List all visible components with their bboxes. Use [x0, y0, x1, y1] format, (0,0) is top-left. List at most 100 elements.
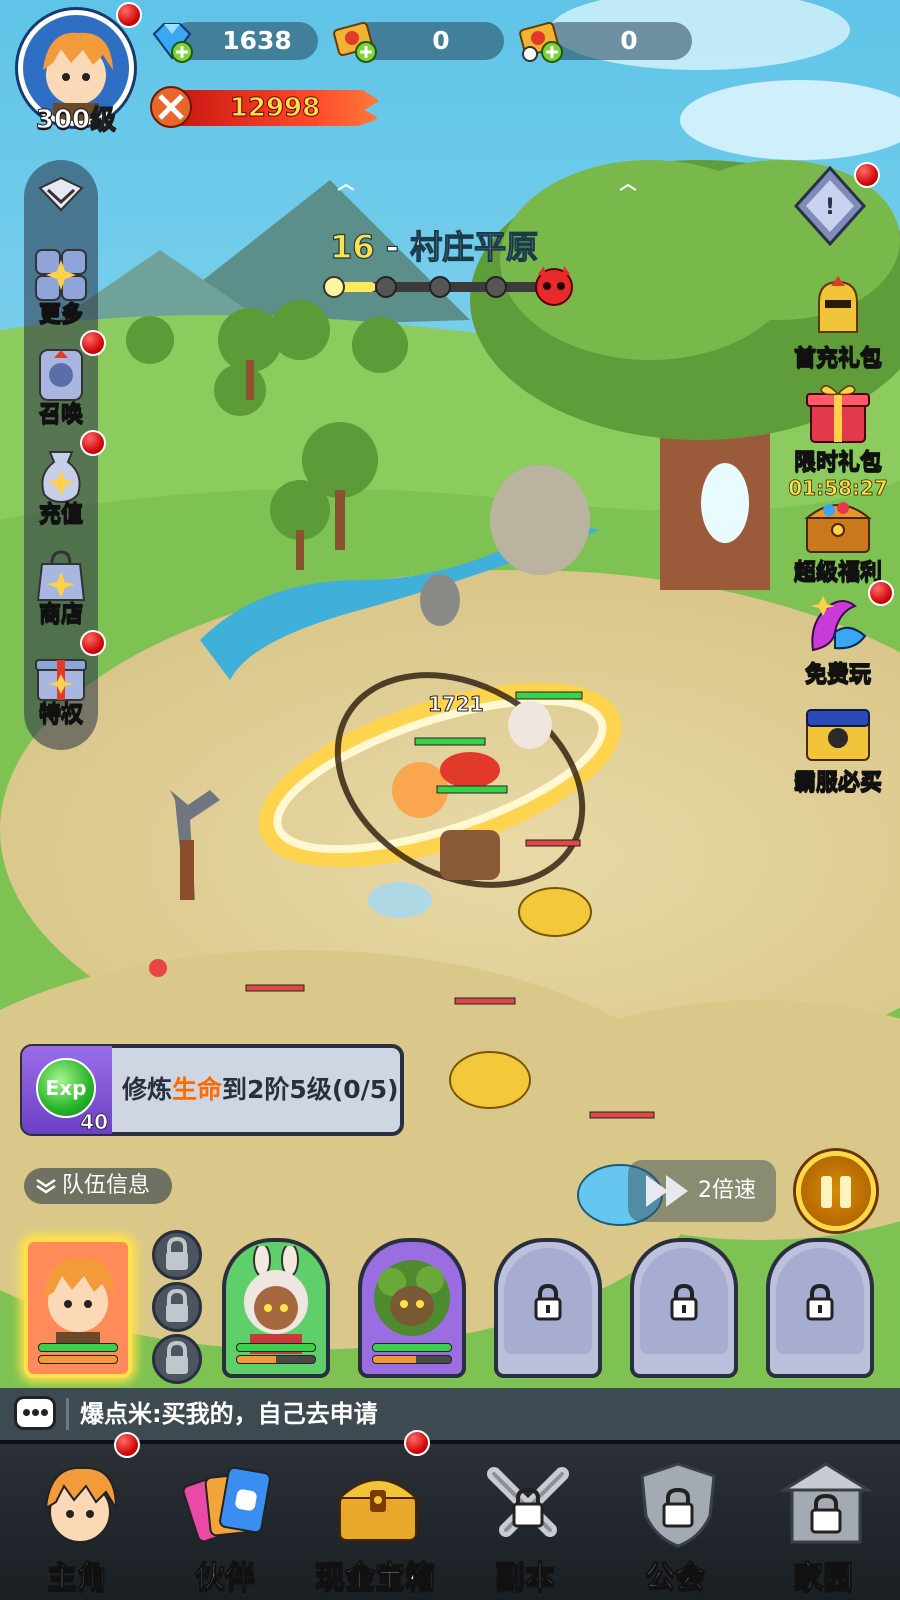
- devil-skull-icon: [535, 266, 573, 306]
- free-play[interactable]: 免费玩: [778, 580, 898, 688]
- avatar-notification-dot: [116, 2, 142, 28]
- skill-slot-3-locked[interactable]: [152, 1334, 202, 1384]
- hero-main-energy-bar: [38, 1355, 118, 1364]
- golden-knight-icon: [799, 276, 877, 340]
- limited-gift[interactable]: 限时礼包 01:58:27: [778, 380, 898, 500]
- menu-shop-label: 商店: [38, 602, 83, 628]
- hero-slot-6-locked[interactable]: [766, 1238, 874, 1378]
- team-info-label: 队伍信息: [62, 1173, 151, 1198]
- stage-node-1: [323, 276, 345, 298]
- hero-tree-golem-portrait-icon: [374, 1260, 450, 1336]
- hero-slot-main[interactable]: [24, 1238, 132, 1378]
- free-play-icon: [799, 592, 877, 656]
- recharge-badge: [80, 430, 106, 456]
- first-recharge-gift[interactable]: 首充礼包: [778, 276, 898, 372]
- hero-face-icon: [44, 1466, 118, 1543]
- quest-text: 修炼生命到2阶5级(0/5): [122, 1048, 399, 1132]
- team-info-button[interactable]: 队伍信息: [24, 1168, 172, 1204]
- diamond-count: 1638: [222, 26, 292, 55]
- skill-slot-2-locked[interactable]: [152, 1282, 202, 1332]
- hero-slot-bunny-girl[interactable]: [222, 1238, 330, 1378]
- hero-bunny-girl-energy-bar: [236, 1355, 316, 1364]
- privilege-badge: [80, 630, 106, 656]
- chat-bubble-icon[interactable]: [14, 1396, 56, 1430]
- hero-tree-golem-energy-bar: [372, 1355, 452, 1364]
- pause-button[interactable]: [796, 1151, 876, 1231]
- nav-partner-label: 伙伴: [194, 1559, 255, 1595]
- nav-dungeon[interactable]: 副本: [450, 1444, 600, 1600]
- quest-text-pre: 修炼: [122, 1075, 173, 1104]
- battle-scene: 1721: [0, 0, 900, 1440]
- speed-button[interactable]: 2倍速: [628, 1160, 776, 1222]
- menu-privilege[interactable]: 特权: [24, 630, 106, 740]
- left-side-menu: 更多 召唤 充值 商店 特权: [24, 160, 106, 750]
- chat-divider: [66, 1398, 69, 1430]
- chat-bar[interactable]: 爆点米:买我的，自己去申请: [0, 1388, 900, 1440]
- treasure-chest-icon: [799, 490, 877, 554]
- exp-reward: Exp 40: [22, 1046, 112, 1134]
- hero-slot-tree-golem[interactable]: [358, 1238, 466, 1378]
- scenery-background: [0, 0, 900, 1440]
- free-play-badge: [868, 580, 894, 606]
- chevron-down-icon: [36, 1178, 56, 1194]
- quest-panel[interactable]: Exp 40 修炼生命到2阶5级(0/5): [20, 1044, 404, 1136]
- nav-partner[interactable]: 伙伴: [150, 1444, 300, 1600]
- menu-recharge-label: 充值: [38, 502, 83, 528]
- diamond-badge-button[interactable]: !: [792, 162, 880, 247]
- exp-label: Exp: [45, 1076, 87, 1100]
- nav-home-label: 家园: [792, 1559, 853, 1595]
- nav-home[interactable]: 家园: [748, 1444, 898, 1600]
- svg-text:!: !: [825, 195, 835, 220]
- stage-number: 16: [329, 227, 375, 266]
- hero-slot-5-locked[interactable]: [630, 1238, 738, 1378]
- hero-main-hp-bar: [38, 1343, 118, 1352]
- fast-forward-icon: [646, 1175, 688, 1207]
- lock-icon: [670, 1283, 698, 1321]
- player-avatar[interactable]: 300级: [18, 2, 142, 136]
- quest-text-post: 到2阶5级(0/5): [222, 1075, 399, 1104]
- diamond-icon: [148, 18, 194, 64]
- guild-shield-icon: [640, 1462, 716, 1548]
- hero-bunny-girl-hp-bar: [236, 1343, 316, 1352]
- stage-name: 村庄平原: [409, 227, 539, 266]
- menu-more[interactable]: 更多: [24, 246, 98, 340]
- menu-recharge[interactable]: 充值: [24, 430, 106, 540]
- bottom-nav: 主角 伙伴 现金宝箱 副本 公会 家园: [0, 1430, 900, 1600]
- speed-label: 2倍速: [698, 1178, 756, 1203]
- exp-reward-count: 40: [80, 1110, 109, 1135]
- collapse-icon[interactable]: [34, 174, 88, 214]
- nav-hero-badge: [114, 1432, 140, 1458]
- timed-ticket-icon: [518, 18, 564, 64]
- lock-icon: [166, 1340, 188, 1374]
- nav-hero-label: 主角: [46, 1559, 107, 1595]
- combat-power-value: 12998: [229, 93, 321, 124]
- stage-node-4: [485, 276, 507, 298]
- menu-shop[interactable]: 商店: [24, 546, 98, 640]
- nav-cash-chest-label: 现金宝箱: [314, 1559, 435, 1595]
- skill-slot-1-locked[interactable]: [152, 1230, 202, 1280]
- hero-slot-4-locked[interactable]: [494, 1238, 602, 1378]
- menu-summon[interactable]: 召唤: [24, 330, 106, 440]
- first-recharge-label: 首充礼包: [793, 346, 882, 372]
- hero-tree-golem-hp-bar: [372, 1343, 452, 1352]
- nav-cash-chest-badge: [404, 1430, 430, 1456]
- stage-node-2: [375, 276, 397, 298]
- menu-summon-label: 召唤: [38, 402, 83, 428]
- nav-hero[interactable]: 主角: [2, 1432, 152, 1600]
- swords-icon: [148, 84, 194, 130]
- partner-cards-icon: [182, 1466, 271, 1543]
- menu-privilege-label: 特权: [38, 702, 83, 728]
- home-building-icon: [778, 1462, 874, 1544]
- ticket-icon: [332, 18, 378, 64]
- stage-node-3: [429, 276, 451, 298]
- server-must-buy[interactable]: 霸服必买: [778, 700, 898, 796]
- stage-progress: [323, 266, 573, 306]
- nav-guild-label: 公会: [644, 1559, 705, 1595]
- nav-guild[interactable]: 公会: [600, 1444, 750, 1600]
- hero-main-portrait-icon: [44, 1257, 114, 1350]
- super-welfare[interactable]: 超级福利: [778, 490, 898, 586]
- player-level: 300级: [35, 105, 117, 136]
- lock-icon: [534, 1283, 562, 1321]
- nav-cash-chest[interactable]: 现金宝箱: [300, 1430, 450, 1600]
- ticket-count: 0: [432, 26, 450, 55]
